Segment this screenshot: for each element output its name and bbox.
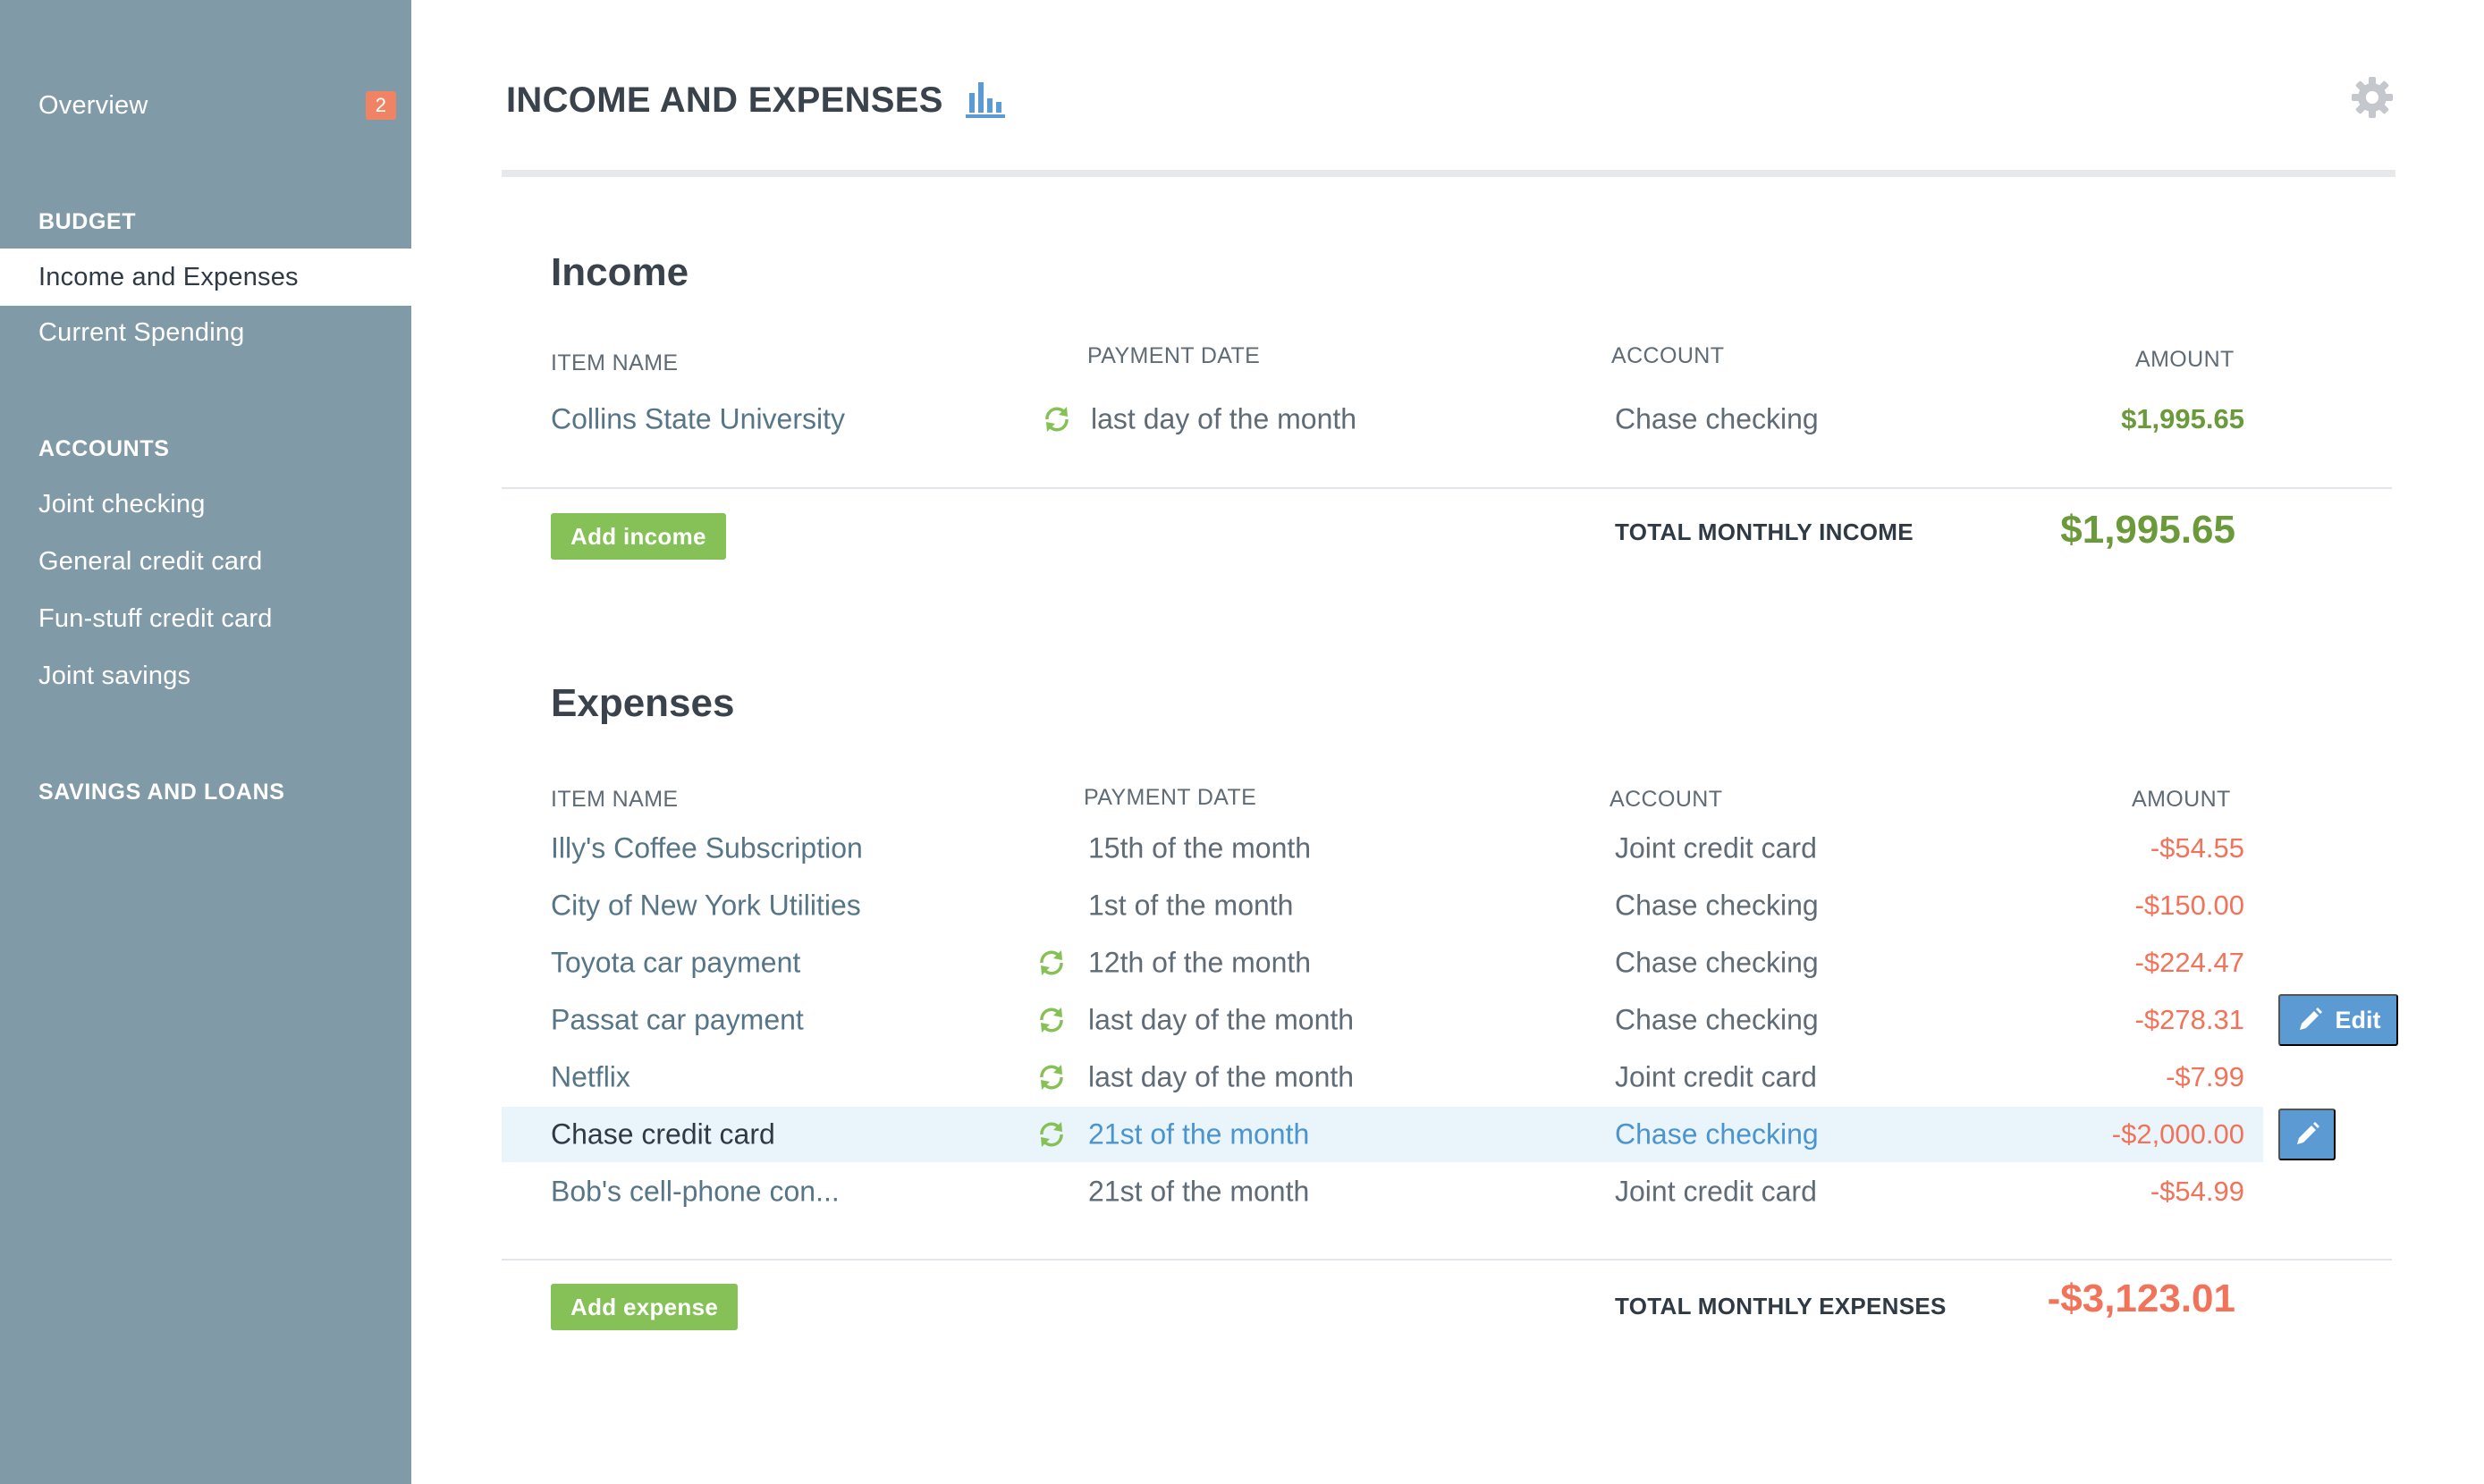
sidebar-heading-budget: BUDGET (38, 209, 137, 234)
expenses-col-account: ACCOUNT (1610, 787, 1723, 812)
pencil-icon (2299, 1008, 2322, 1030)
income-section-title: Income (551, 250, 689, 294)
sidebar-item-label: Current Spending (38, 317, 245, 347)
table-row[interactable]: Bob's cell-phone con... 21st of the mont… (502, 1164, 2263, 1219)
sidebar-item-label: Joint checking (38, 489, 206, 519)
sidebar-item-overview[interactable]: Overview 2 (0, 77, 411, 134)
income-divider (502, 487, 2392, 489)
table-row[interactable]: Illy's Coffee Subscription 15th of the m… (502, 821, 2263, 876)
sidebar-heading-accounts: ACCOUNTS (38, 436, 170, 461)
sidebar-item-fun-stuff-credit-card[interactable]: Fun-stuff credit card (0, 590, 411, 647)
income-col-amount: AMOUNT (2135, 347, 2235, 372)
income-col-item-name: ITEM NAME (551, 350, 679, 375)
amount[interactable]: -$2,000.00 (2112, 1118, 2244, 1151)
income-col-payment-date: PAYMENT DATE (1087, 343, 1261, 368)
gear-icon[interactable] (2350, 75, 2395, 120)
sidebar-item-label: Income and Expenses (38, 262, 299, 291)
table-row[interactable]: Collins State University last day of the… (502, 392, 2263, 447)
total-income-label: TOTAL MONTHLY INCOME (1615, 519, 1914, 545)
sidebar-item-label: Joint savings (38, 661, 191, 690)
edit-button[interactable]: Edit (2278, 994, 2398, 1046)
sidebar-item-joint-savings[interactable]: Joint savings (0, 647, 411, 704)
sidebar-item-label: Overview (38, 90, 148, 120)
income-col-account: ACCOUNT (1611, 343, 1725, 368)
sidebar-item-label: Fun-stuff credit card (38, 603, 273, 633)
expenses-col-payment-date: PAYMENT DATE (1084, 785, 1257, 810)
edit-button-label: Edit (2335, 1006, 2381, 1033)
total-income-value: $1,995.65 (2060, 508, 2235, 552)
amount[interactable]: -$224.47 (2135, 947, 2244, 979)
total-expenses-value: -$3,123.01 (2047, 1277, 2235, 1320)
add-income-button[interactable]: Add income (551, 513, 726, 560)
table-row-selected[interactable]: Chase credit card 21st of the month Chas… (502, 1107, 2263, 1162)
sidebar-item-current-spending[interactable]: Current Spending (0, 304, 411, 361)
expenses-col-amount: AMOUNT (2132, 787, 2231, 812)
expenses-section-title: Expenses (551, 681, 735, 725)
amount[interactable]: -$150.00 (2135, 890, 2244, 922)
sidebar-item-label: General credit card (38, 546, 263, 576)
table-row[interactable]: City of New York Utilities 1st of the mo… (502, 878, 2263, 933)
sidebar-heading-savings-and-loans[interactable]: SAVINGS AND LOANS (38, 780, 285, 805)
amount[interactable]: -$54.55 (2150, 832, 2244, 864)
amount[interactable]: -$278.31 (2135, 1004, 2244, 1036)
amount[interactable]: -$54.99 (2150, 1176, 2244, 1208)
page-title: INCOME AND EXPENSES (506, 80, 943, 120)
total-expenses-label: TOTAL MONTHLY EXPENSES (1615, 1293, 1947, 1320)
table-row[interactable]: Toyota car payment 12th of the month Cha… (502, 935, 2263, 991)
expenses-divider (502, 1259, 2392, 1261)
edit-icon-button[interactable] (2278, 1109, 2336, 1160)
add-expense-button[interactable]: Add expense (551, 1284, 739, 1330)
table-row[interactable]: Passat car payment last day of the month… (502, 992, 2263, 1048)
expenses-col-item-name: ITEM NAME (551, 787, 679, 812)
sidebar-item-joint-checking[interactable]: Joint checking (0, 476, 411, 533)
header-divider (502, 170, 2395, 177)
sidebar-item-general-credit-card[interactable]: General credit card (0, 533, 411, 590)
bar-chart-icon[interactable] (966, 80, 1005, 118)
pencil-icon (2297, 1122, 2319, 1144)
sidebar: Overview 2 BUDGET Income and Expenses Cu… (0, 0, 411, 1484)
sidebar-item-income-and-expenses[interactable]: Income and Expenses (0, 249, 411, 306)
notification-badge: 2 (366, 91, 396, 120)
table-row[interactable]: Netflix last day of the month Joint cred… (502, 1050, 2263, 1105)
amount[interactable]: $1,995.65 (2121, 403, 2244, 435)
amount[interactable]: -$7.99 (2166, 1061, 2244, 1093)
